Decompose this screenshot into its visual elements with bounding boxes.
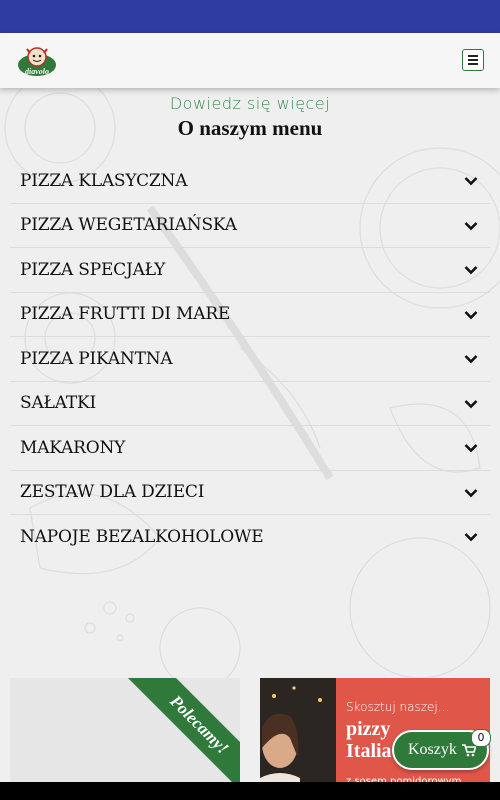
site-header: diavolo: [0, 33, 500, 88]
menu-category-label: NAPOJE BEZALKOHOLOWE: [20, 526, 264, 547]
menu-category-label: PIZZA KLASYCZNA: [20, 170, 188, 191]
chevron-down-icon: [464, 177, 478, 186]
menu-toggle-button[interactable]: [462, 49, 484, 71]
menu-category-pizza-frutti-di-mare[interactable]: PIZZA FRUTTI DI MARE: [10, 293, 490, 337]
hamburger-icon: [468, 53, 478, 67]
menu-category-pizza-wegetarianska[interactable]: PIZZA WEGETARIAŃSKA: [10, 204, 490, 248]
chevron-down-icon: [464, 444, 478, 453]
promo-tagline: Skosztuj naszej...: [346, 700, 450, 714]
menu-category-label: PIZZA WEGETARIAŃSKA: [20, 215, 237, 236]
menu-category-label: PIZZA PIKANTNA: [20, 348, 173, 369]
cart-count-badge: 0: [471, 729, 491, 747]
menu-category-pizza-pikantna[interactable]: PIZZA PIKANTNA: [10, 337, 490, 382]
chevron-down-icon: [464, 310, 478, 319]
menu-category-pizza-specjaly[interactable]: PIZZA SPECJAŁY: [10, 248, 490, 293]
chevron-down-icon: [464, 355, 478, 364]
logo[interactable]: diavolo: [16, 43, 58, 79]
system-nav-bar: [0, 782, 500, 800]
menu-category-label: ZESTAW DLA DZIECI: [20, 482, 205, 503]
promo-headline: pizzy Italia: [346, 718, 392, 762]
menu-category-label: PIZZA FRUTTI DI MARE: [20, 304, 231, 325]
chevron-down-icon: [464, 399, 478, 408]
chevron-down-icon: [464, 221, 478, 230]
menu-category-list: PIZZA KLASYCZNA PIZZA WEGETARIAŃSKA PIZZ…: [10, 159, 490, 559]
chevron-down-icon: [464, 488, 478, 497]
menu-category-label: PIZZA SPECJAŁY: [20, 259, 166, 280]
section-subtitle: Dowiedz się więcej: [169, 94, 331, 113]
menu-category-napoje-bezalkoholowe[interactable]: NAPOJE BEZALKOHOLOWE: [10, 515, 490, 559]
menu-category-label: MAKARONY: [20, 437, 126, 458]
svg-text:diavolo: diavolo: [25, 67, 49, 76]
menu-category-salatki[interactable]: SAŁATKI: [10, 382, 490, 426]
promo-headline-line2: Italia: [346, 740, 392, 762]
cart-label: Koszyk: [408, 741, 457, 758]
chevron-down-icon: [464, 266, 478, 275]
menu-category-makarony[interactable]: MAKARONY: [10, 426, 490, 471]
menu-category-label: SAŁATKI: [20, 393, 96, 414]
promo-headline-line1: pizzy: [346, 718, 391, 740]
section-title: O naszym menu: [177, 116, 323, 140]
menu-category-zestaw-dla-dzieci[interactable]: ZESTAW DLA DZIECI: [10, 471, 490, 515]
menu-category-pizza-klasyczna[interactable]: PIZZA KLASYCZNA: [10, 159, 490, 204]
status-bar: [0, 0, 500, 33]
chevron-down-icon: [464, 533, 478, 542]
